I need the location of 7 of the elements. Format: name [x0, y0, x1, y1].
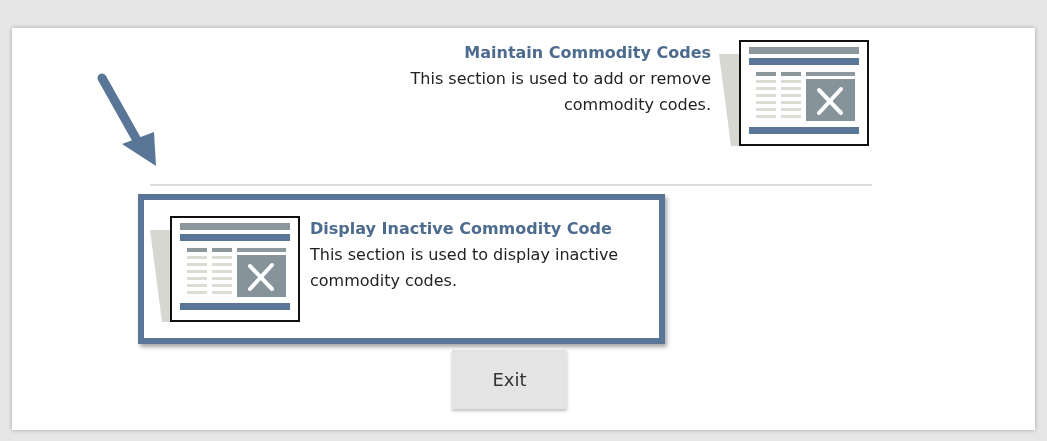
- section-description: This section is used to add or remove commodity codes.: [409, 68, 711, 116]
- document-tools-icon: [150, 216, 302, 322]
- section-title[interactable]: Display Inactive Commodity Code: [310, 216, 659, 242]
- document-tools-icon: [719, 40, 871, 146]
- section-description: This section is used to display inactive commodity codes.: [310, 244, 620, 292]
- section-title[interactable]: Maintain Commodity Codes: [361, 40, 711, 66]
- exit-button[interactable]: Exit: [452, 350, 567, 409]
